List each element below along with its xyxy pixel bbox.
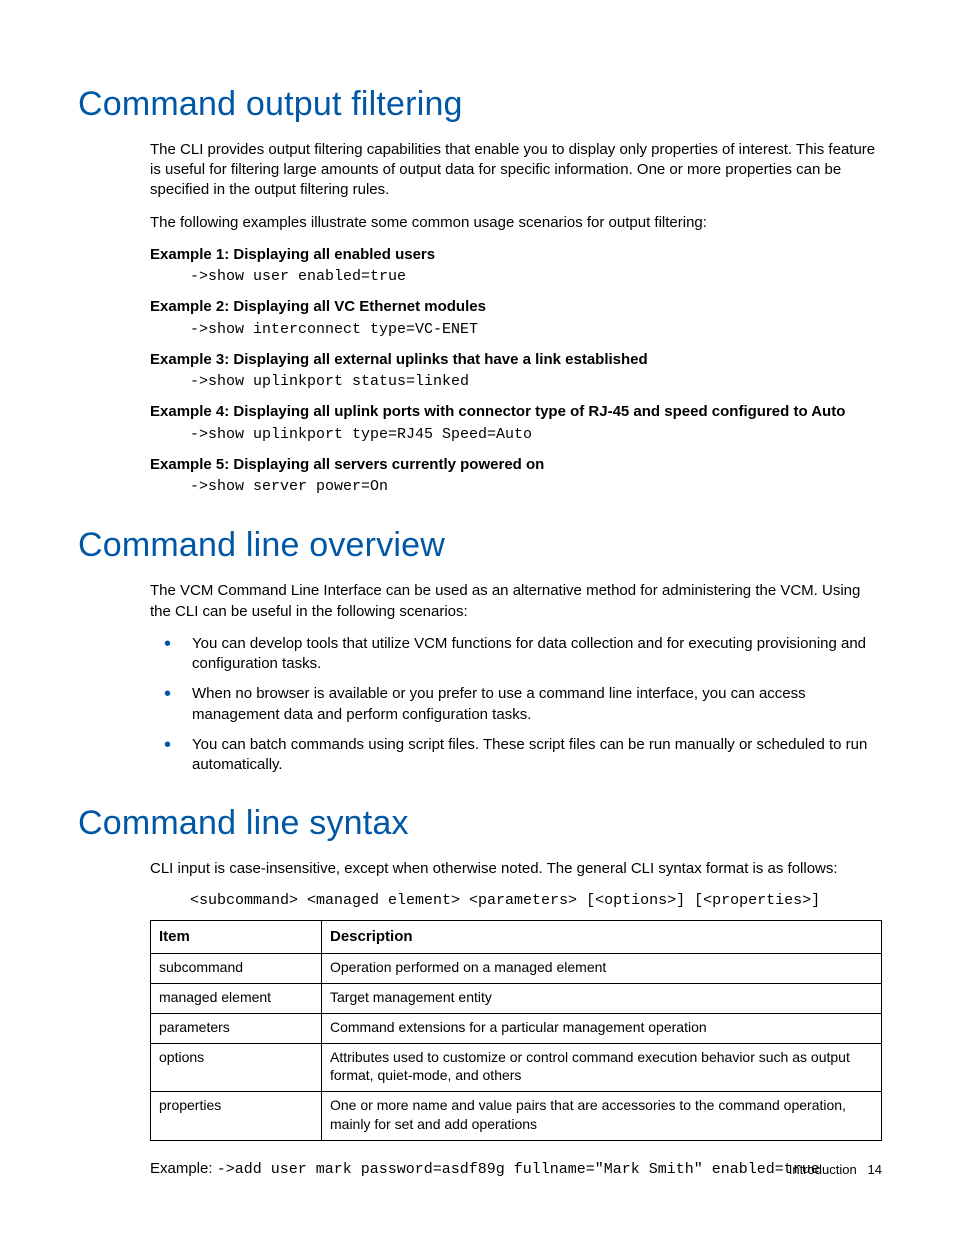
overview-bullets: You can develop tools that utilize VCM f… <box>150 634 882 776</box>
example-5-code: ->show server power=On <box>190 477 882 497</box>
heading-overview: Command line overview <box>78 523 882 569</box>
document-page: Command output filtering The CLI provide… <box>0 0 954 1235</box>
example-label: Example: <box>150 1160 217 1177</box>
table-row: subcommand Operation performed on a mana… <box>151 953 882 983</box>
example-2-code: ->show interconnect type=VC-ENET <box>190 320 882 340</box>
cell-desc: Operation performed on a managed element <box>322 953 882 983</box>
page-footer: Introduction 14 <box>789 1161 882 1179</box>
th-description: Description <box>322 920 882 953</box>
table-row: options Attributes used to customize or … <box>151 1043 882 1092</box>
cell-item: subcommand <box>151 953 322 983</box>
cell-desc: Attributes used to customize or control … <box>322 1043 882 1092</box>
cell-desc: One or more name and value pairs that ar… <box>322 1092 882 1141</box>
example-4-code: ->show uplinkport type=RJ45 Speed=Auto <box>190 425 882 445</box>
footer-section: Introduction <box>789 1162 857 1177</box>
overview-bullet-1: You can develop tools that utilize VCM f… <box>150 634 882 675</box>
example-1-code: ->show user enabled=true <box>190 267 882 287</box>
syntax-content: CLI input is case-insensitive, except wh… <box>150 859 882 1180</box>
table-row: properties One or more name and value pa… <box>151 1092 882 1141</box>
example-4-title: Example 4: Displaying all uplink ports w… <box>150 402 882 422</box>
heading-filtering: Command output filtering <box>78 82 882 128</box>
filtering-content: The CLI provides output filtering capabi… <box>150 140 882 498</box>
table-row: managed element Target management entity <box>151 983 882 1013</box>
table-row: parameters Command extensions for a part… <box>151 1013 882 1043</box>
overview-intro: The VCM Command Line Interface can be us… <box>150 581 882 622</box>
syntax-table: Item Description subcommand Operation pe… <box>150 920 882 1141</box>
syntax-intro: CLI input is case-insensitive, except wh… <box>150 859 882 879</box>
cell-desc: Command extensions for a particular mana… <box>322 1013 882 1043</box>
syntax-format: <subcommand> <managed element> <paramete… <box>190 891 882 911</box>
example-code: ->add user mark password=asdf89g fullnam… <box>217 1161 820 1178</box>
cell-item: options <box>151 1043 322 1092</box>
overview-bullet-3: You can batch commands using script file… <box>150 735 882 776</box>
syntax-example-line: Example: ->add user mark password=asdf89… <box>150 1159 882 1180</box>
cell-item: parameters <box>151 1013 322 1043</box>
example-5-title: Example 5: Displaying all servers curren… <box>150 455 882 475</box>
cell-item: properties <box>151 1092 322 1141</box>
footer-page: 14 <box>868 1162 882 1177</box>
cell-desc: Target management entity <box>322 983 882 1013</box>
filtering-intro-2: The following examples illustrate some c… <box>150 213 882 233</box>
example-1-title: Example 1: Displaying all enabled users <box>150 245 882 265</box>
overview-content: The VCM Command Line Interface can be us… <box>150 581 882 775</box>
th-item: Item <box>151 920 322 953</box>
table-header-row: Item Description <box>151 920 882 953</box>
overview-bullet-2: When no browser is available or you pref… <box>150 684 882 725</box>
cell-item: managed element <box>151 983 322 1013</box>
example-2-title: Example 2: Displaying all VC Ethernet mo… <box>150 297 882 317</box>
example-3-code: ->show uplinkport status=linked <box>190 372 882 392</box>
filtering-intro-1: The CLI provides output filtering capabi… <box>150 140 882 201</box>
heading-syntax: Command line syntax <box>78 801 882 847</box>
example-3-title: Example 3: Displaying all external uplin… <box>150 350 882 370</box>
